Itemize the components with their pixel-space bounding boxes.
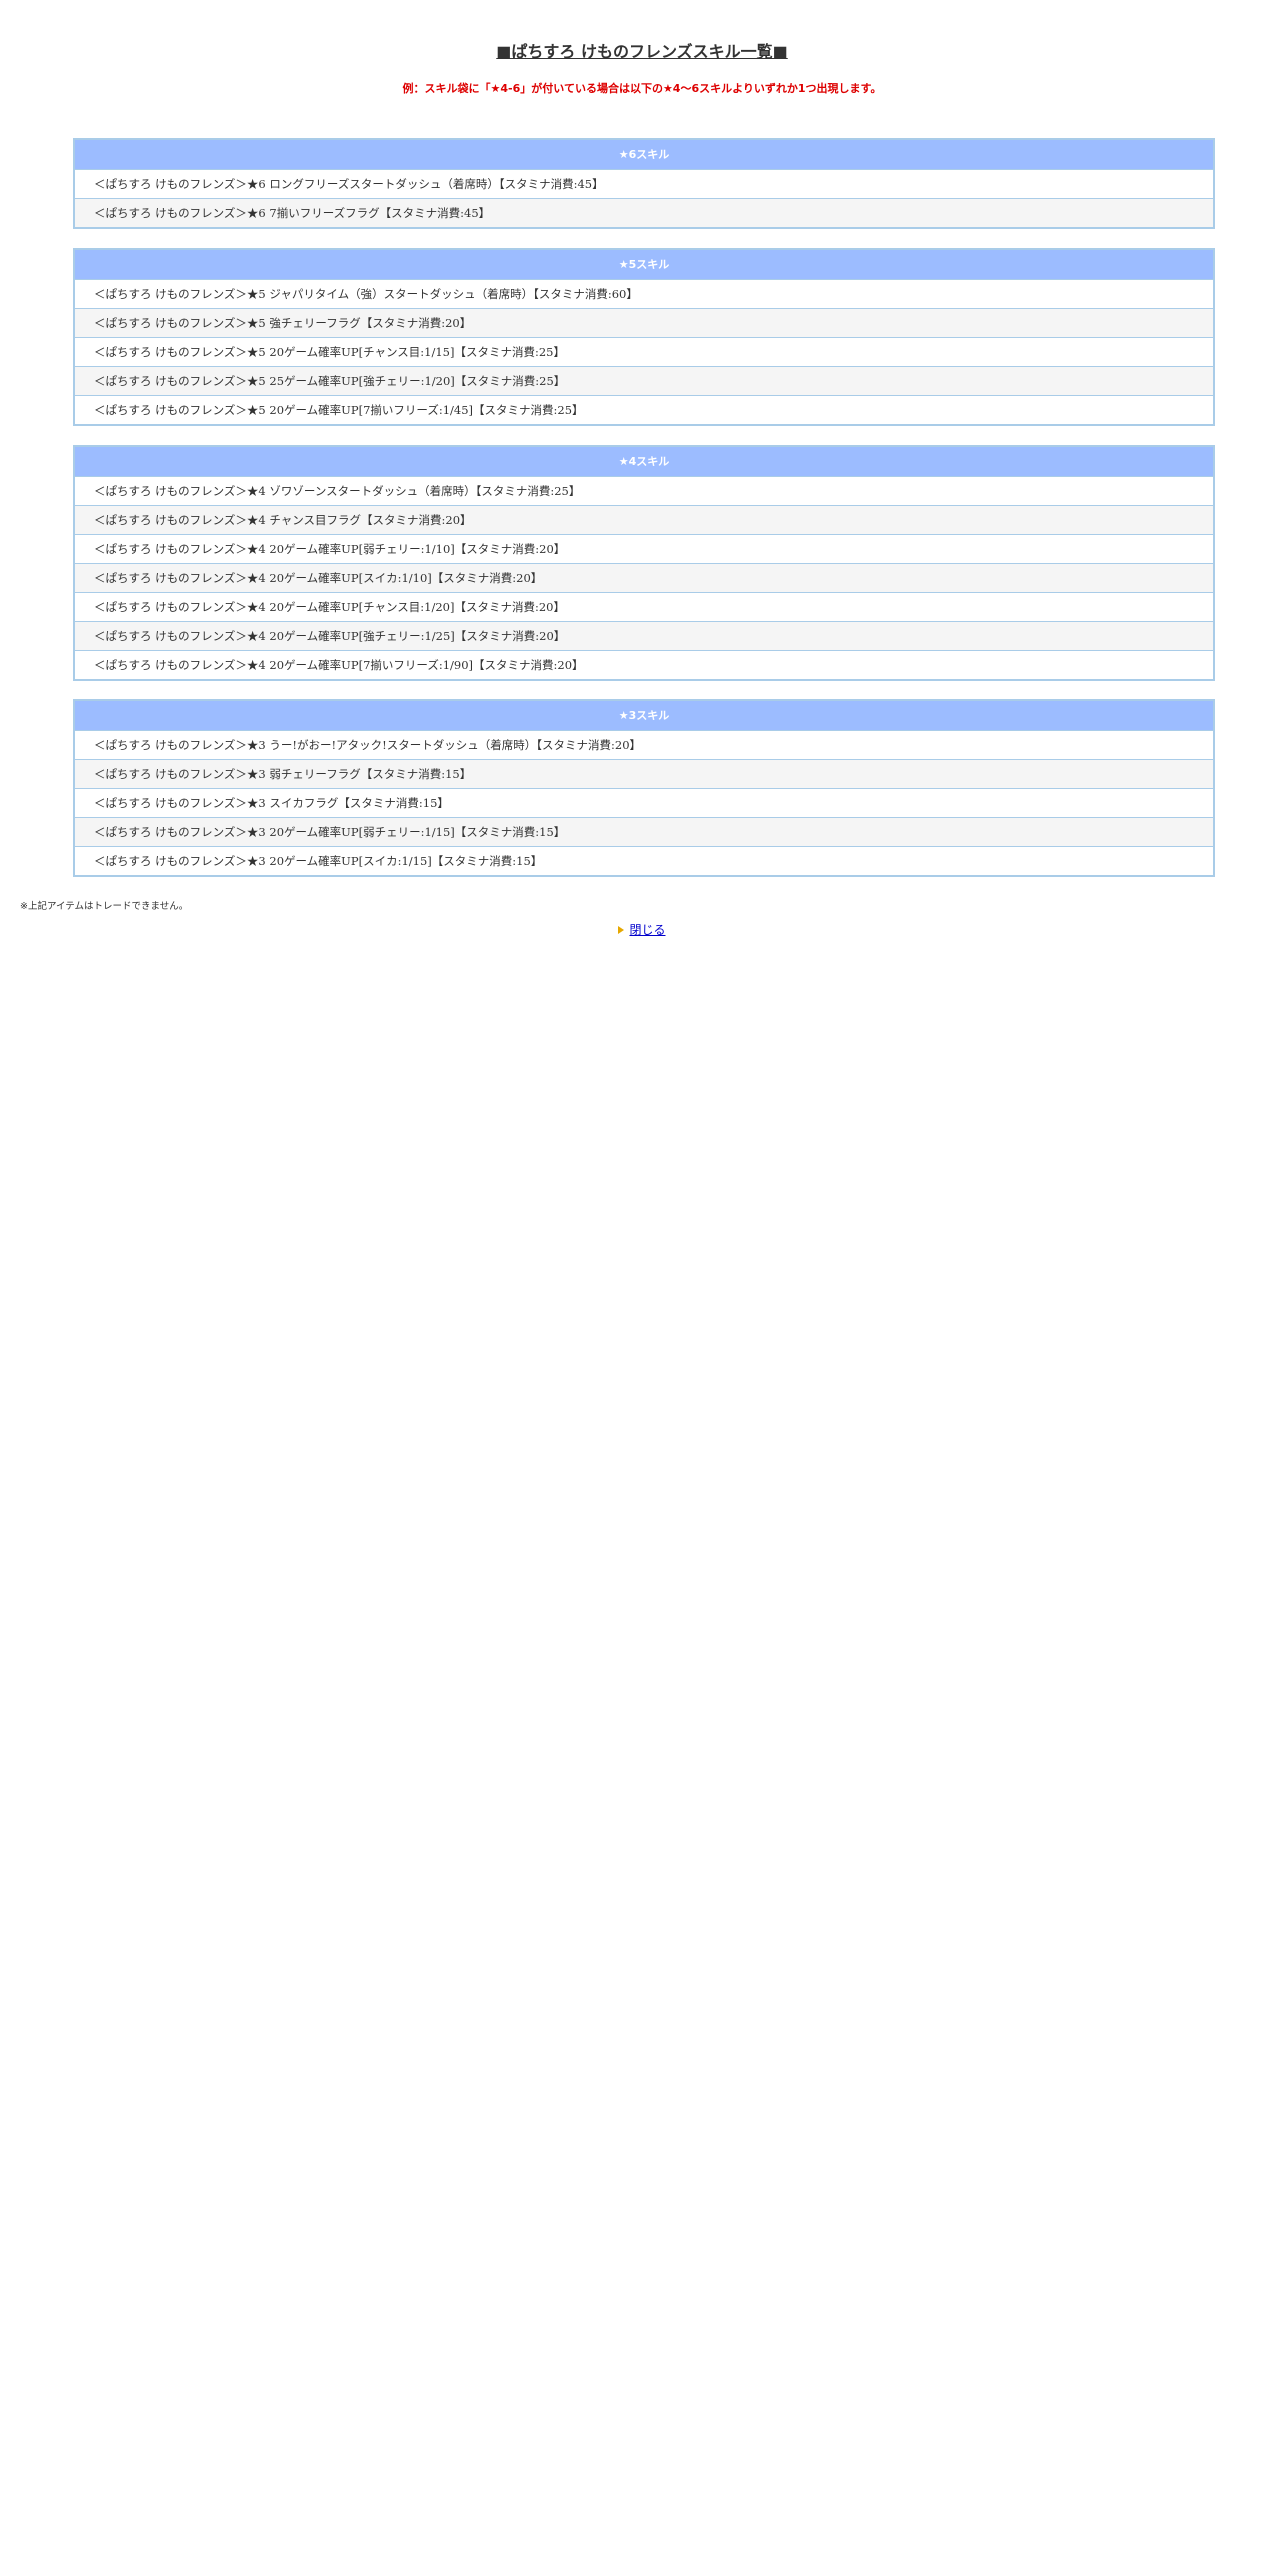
skill-row: ＜ぱちすろ けものフレンズ＞★4 20ゲーム確率UP[スイカ:1/10]【スタミ…	[75, 563, 1213, 592]
close-area: 閉じる	[0, 921, 1284, 938]
skill-table-header: ★4スキル	[75, 447, 1213, 477]
skill-row: ＜ぱちすろ けものフレンズ＞★4 ゾワゾーンスタートダッシュ（着席時）【スタミナ…	[75, 477, 1213, 505]
skill-row: ＜ぱちすろ けものフレンズ＞★5 強チェリーフラグ【スタミナ消費:20】	[75, 308, 1213, 337]
skill-row: ＜ぱちすろ けものフレンズ＞★5 20ゲーム確率UP[チャンス目:1/15]【ス…	[75, 337, 1213, 366]
skill-row: ＜ぱちすろ けものフレンズ＞★3 20ゲーム確率UP[弱チェリー:1/15]【ス…	[75, 817, 1213, 846]
skill-table: ★6スキル ＜ぱちすろ けものフレンズ＞★6 ロングフリーズスタートダッシュ（着席…	[73, 138, 1215, 229]
skill-table-header: ★3スキル	[75, 701, 1213, 731]
skill-row: ＜ぱちすろ けものフレンズ＞★3 スイカフラグ【スタミナ消費:15】	[75, 788, 1213, 817]
skill-row: ＜ぱちすろ けものフレンズ＞★4 20ゲーム確率UP[7揃いフリーズ:1/90]…	[75, 650, 1213, 679]
skill-row: ＜ぱちすろ けものフレンズ＞★5 ジャパリタイム（強）スタートダッシュ（着席時）…	[75, 280, 1213, 308]
skill-table: ★3スキル ＜ぱちすろ けものフレンズ＞★3 うー!がおー!アタック!スタートダッ…	[73, 699, 1215, 877]
skill-row: ＜ぱちすろ けものフレンズ＞★6 7揃いフリーズフラグ【スタミナ消費:45】	[75, 198, 1213, 227]
close-link[interactable]: 閉じる	[629, 923, 665, 937]
skill-row: ＜ぱちすろ けものフレンズ＞★3 弱チェリーフラグ【スタミナ消費:15】	[75, 759, 1213, 788]
skill-row: ＜ぱちすろ けものフレンズ＞★6 ロングフリーズスタートダッシュ（着席時）【スタ…	[75, 170, 1213, 198]
skill-row: ＜ぱちすろ けものフレンズ＞★4 20ゲーム確率UP[チャンス目:1/20]【ス…	[75, 592, 1213, 621]
skill-row: ＜ぱちすろ けものフレンズ＞★5 20ゲーム確率UP[7揃いフリーズ:1/45]…	[75, 395, 1213, 424]
skill-row: ＜ぱちすろ けものフレンズ＞★3 20ゲーム確率UP[スイカ:1/15]【スタミ…	[75, 846, 1213, 875]
skill-table-header: ★5スキル	[75, 250, 1213, 280]
skill-table-header: ★6スキル	[75, 140, 1213, 170]
skill-row: ＜ぱちすろ けものフレンズ＞★3 うー!がおー!アタック!スタートダッシュ（着席…	[75, 731, 1213, 759]
page-title: ■ぱちすろ けものフレンズスキル一覧■	[496, 42, 788, 61]
page-subtitle: 例：スキル袋に「★4-6」が付いている場合は以下の★4～6スキルよりいずれか1つ…	[402, 82, 882, 95]
skill-row: ＜ぱちすろ けものフレンズ＞★4 20ゲーム確率UP[強チェリー:1/25]【ス…	[75, 621, 1213, 650]
skill-row: ＜ぱちすろ けものフレンズ＞★4 チャンス目フラグ【スタミナ消費:20】	[75, 505, 1213, 534]
skill-table: ★4スキル ＜ぱちすろ けものフレンズ＞★4 ゾワゾーンスタートダッシュ（着席時）…	[73, 445, 1215, 681]
skill-row: ＜ぱちすろ けものフレンズ＞★5 25ゲーム確率UP[強チェリー:1/20]【ス…	[75, 366, 1213, 395]
skill-table: ★5スキル ＜ぱちすろ けものフレンズ＞★5 ジャパリタイム（強）スタートダッシュ…	[73, 248, 1215, 426]
footnote: ※上記アイテムはトレードできません。	[20, 901, 189, 912]
arrow-icon	[618, 926, 625, 934]
skill-row: ＜ぱちすろ けものフレンズ＞★4 20ゲーム確率UP[弱チェリー:1/10]【ス…	[75, 534, 1213, 563]
